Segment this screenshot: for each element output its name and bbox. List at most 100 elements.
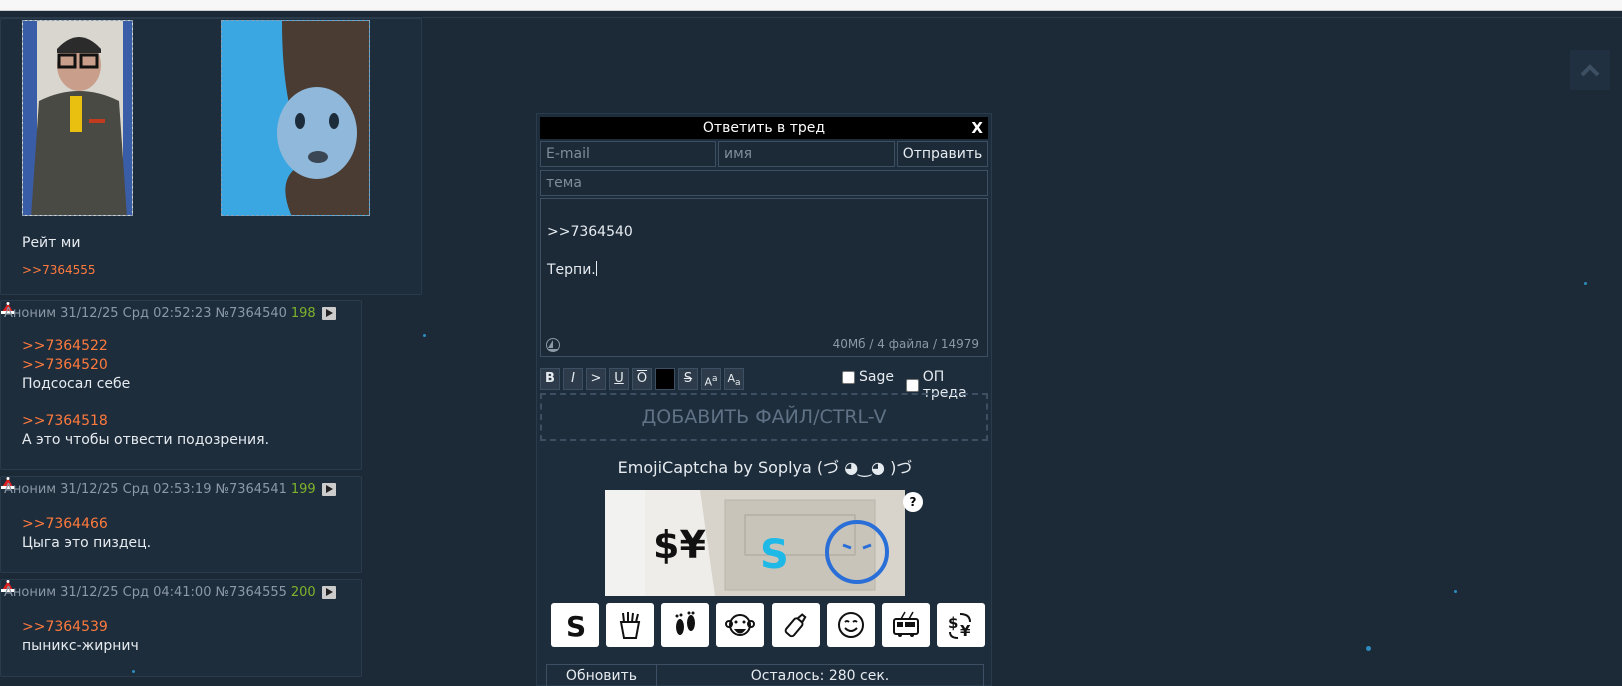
op-checkbox-box[interactable]: [906, 378, 919, 392]
reply-link[interactable]: >>7364466: [22, 515, 151, 534]
captcha-option-trolleybus[interactable]: [882, 603, 930, 647]
captcha-help-button[interactable]: ?: [903, 492, 923, 512]
captcha-option-yum-face[interactable]: [827, 603, 875, 647]
post-author: Аноним: [4, 482, 57, 497]
scroll-to-top-button[interactable]: [1570, 50, 1610, 90]
message-line: Терпи.: [547, 262, 596, 278]
reply-link[interactable]: >>7364555: [22, 263, 96, 277]
chevron-up-icon: [1580, 64, 1600, 77]
svg-text:$¥: $¥: [653, 523, 706, 567]
sage-checkbox-box[interactable]: [842, 370, 855, 384]
reply-link[interactable]: >>7364539: [22, 618, 139, 637]
post-date: 31/12/25 Срд 02:52:23: [60, 306, 212, 321]
photo-person-image: [23, 21, 132, 215]
footprints-icon: [675, 611, 695, 635]
quote-button[interactable]: >: [586, 368, 606, 390]
snow-dot: [423, 334, 426, 337]
send-button[interactable]: Отправить: [897, 141, 988, 167]
post-header: Аноним 31/12/25 Срд 02:52:23 №7364540 19…: [4, 306, 336, 321]
reply-form: Ответить в тред X E-mail имя Отправить т…: [536, 113, 992, 686]
post-image-thumbnail[interactable]: [221, 20, 370, 216]
italic-button[interactable]: I: [563, 368, 583, 390]
baby-bottle-icon: [784, 613, 807, 638]
post: Рейт ми >>7364555: [0, 18, 422, 295]
captcha-option-fries[interactable]: [606, 603, 654, 647]
post-text: А это чтобы отвести подозрения.: [22, 432, 270, 448]
refresh-captcha-button[interactable]: Обновить: [547, 665, 657, 686]
reply-link[interactable]: >>7364520: [22, 356, 269, 375]
post-number[interactable]: №7364541: [215, 482, 286, 497]
captcha-image: $¥ S: [605, 490, 905, 596]
yum-face-icon: [838, 612, 864, 638]
name-input[interactable]: имя: [718, 141, 895, 167]
snow-dot: [1366, 646, 1371, 651]
reply-link[interactable]: >>7364518: [22, 412, 269, 431]
s-letter-icon: S: [566, 610, 586, 640]
reply-link[interactable]: >>7364522: [22, 337, 269, 356]
sailboat-icon[interactable]: [545, 338, 561, 352]
post-image-thumbnail[interactable]: [22, 20, 133, 216]
post-body: >>7364522 >>7364520 Подсосал себе >>7364…: [22, 337, 269, 450]
captcha-option-monkey[interactable]: [716, 603, 764, 647]
fries-icon: [619, 612, 641, 639]
text-caret: [595, 261, 597, 276]
underline-button[interactable]: U: [609, 368, 629, 390]
message-line: >>7364540: [547, 224, 633, 240]
file-drop-zone[interactable]: ДОБАВИТЬ ФАЙЛ/CTRL-V: [540, 393, 988, 441]
play-icon[interactable]: [321, 586, 336, 599]
monkey-icon: [725, 614, 755, 636]
post-body: >>7364539 пыникс-жирнич: [22, 618, 139, 656]
post-count: 200: [290, 585, 316, 600]
captcha-option-footprints[interactable]: [661, 603, 709, 647]
reply-form-title-bar[interactable]: Ответить в тред X: [540, 117, 988, 139]
post-text: Цыга это пиздец.: [22, 535, 152, 551]
svg-text:S: S: [760, 532, 789, 578]
post-date: 31/12/25 Срд 02:53:19: [60, 482, 212, 497]
post-body: >>7364466 Цыга это пиздец.: [22, 515, 151, 553]
strike-button[interactable]: S: [678, 368, 698, 390]
browser-top-strip: [0, 0, 1622, 11]
post-count: 198: [290, 306, 316, 321]
overline-button[interactable]: O: [632, 368, 652, 390]
close-button[interactable]: X: [971, 117, 983, 139]
post: >>7364522 >>7364520 Подсосал себе >>7364…: [0, 300, 362, 470]
post-header: Аноним 31/12/25 Срд 02:53:19 №7364541 19…: [4, 482, 336, 497]
upload-limits: 40Мб / 4 файла / 14979: [832, 337, 979, 351]
message-textarea[interactable]: >>7364540 Терпи. 40Мб / 4 файла / 14979: [540, 198, 988, 357]
currency-exchange-icon: $ ¥: [948, 613, 971, 640]
svg-text:S: S: [566, 610, 586, 640]
post-count: 199: [290, 482, 316, 497]
play-icon[interactable]: [321, 307, 336, 320]
bold-button[interactable]: B: [540, 368, 560, 390]
snow-dot: [132, 670, 135, 673]
subscript-button[interactable]: Aa: [724, 368, 744, 390]
post-text: пыникс-жирнич: [22, 638, 139, 654]
captcha-footer: Обновить Осталось: 280 сек.: [546, 664, 984, 686]
post-text: Подсосал себе: [22, 376, 131, 392]
subject-input[interactable]: тема: [540, 170, 988, 196]
post-number[interactable]: №7364540: [215, 306, 286, 321]
captcha-option-s[interactable]: S: [551, 603, 599, 647]
captcha-option-baby-bottle[interactable]: [772, 603, 820, 647]
post-text: Рейт ми: [22, 235, 81, 251]
snow-dot: [1584, 282, 1587, 285]
spoiler-button[interactable]: [655, 368, 675, 390]
captcha-picture: $¥ S: [605, 490, 905, 596]
svg-text:¥: ¥: [960, 622, 971, 640]
sage-label: Sage: [859, 369, 894, 385]
post-author: Аноним: [4, 585, 57, 600]
captcha-option-currency-exchange[interactable]: $ ¥: [937, 603, 985, 647]
post-author: Аноним: [4, 306, 57, 321]
post-header: Аноним 31/12/25 Срд 04:41:00 №7364555 20…: [4, 585, 336, 600]
captcha-timer: Осталось: 280 сек.: [750, 668, 890, 684]
post-date: 31/12/25 Срд 04:41:00: [60, 585, 212, 600]
post-number[interactable]: №7364555: [215, 585, 286, 600]
play-icon[interactable]: [321, 483, 336, 496]
sage-checkbox[interactable]: Sage: [842, 369, 894, 385]
captcha-title: EmojiCaptcha by Soplya (づ ◕‿◕ )づ: [617, 458, 913, 477]
email-input[interactable]: E-mail: [540, 141, 716, 167]
snow-dot: [1454, 590, 1457, 593]
photo-face-image: [222, 21, 369, 215]
svg-text:$: $: [948, 614, 958, 632]
superscript-button[interactable]: Aa: [701, 368, 721, 390]
